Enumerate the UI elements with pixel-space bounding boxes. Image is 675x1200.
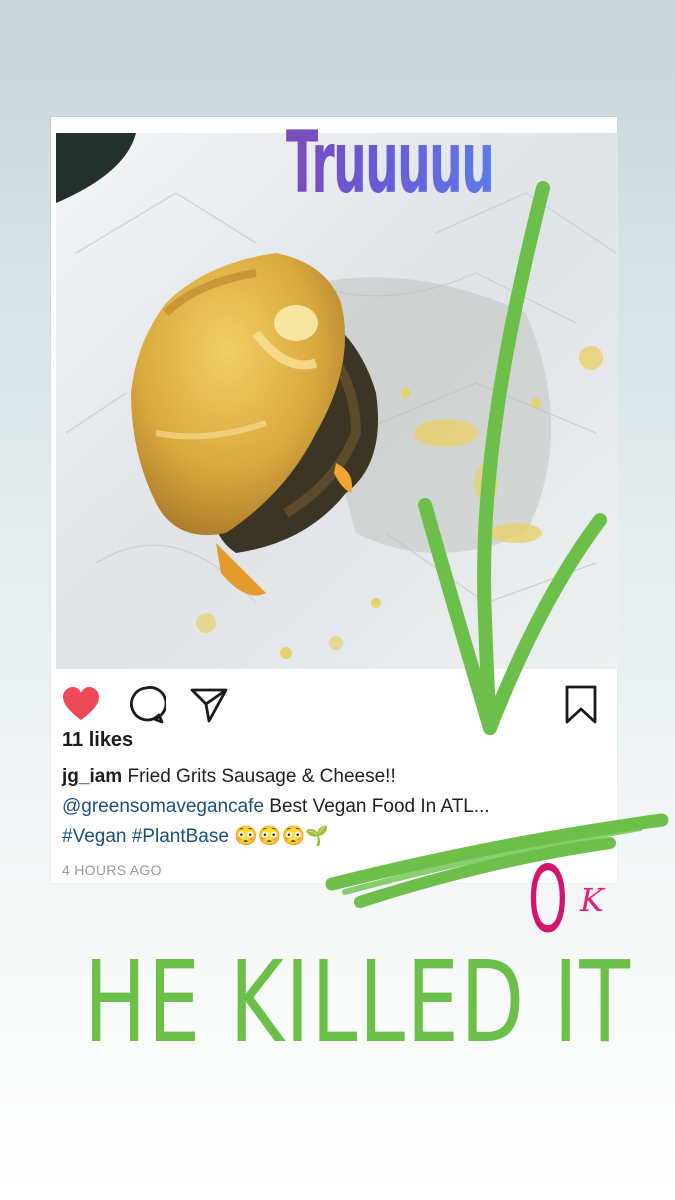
instagram-post-card: 11 likes jg_iam Fried Grits Sausage & Ch… (51, 117, 618, 883)
paper-plane-icon[interactable] (189, 685, 229, 725)
caption-emojis: 😳😳😳🌱 (234, 826, 329, 847)
truuuu-sticker-text[interactable]: Truuuuu (286, 108, 495, 218)
post-caption: jg_iam Fried Grits Sausage & Cheese!! @g… (62, 762, 610, 852)
story-canvas: 11 likes jg_iam Fried Grits Sausage & Ch… (0, 0, 675, 1200)
caption-hashtags[interactable]: #Vegan #PlantBase (62, 826, 229, 847)
post-timestamp: 4 HOURS AGO (62, 862, 162, 878)
likes-count[interactable]: 11 likes (62, 729, 133, 752)
post-action-bar (51, 669, 617, 729)
post-username[interactable]: jg_iam (62, 766, 122, 787)
comment-icon[interactable] (126, 685, 166, 725)
caption-line-two: Best Vegan Food In ATL... (264, 796, 490, 817)
heart-icon[interactable] (61, 685, 101, 725)
bookmark-icon[interactable] (562, 685, 602, 725)
ok-sticker-o[interactable]: O (528, 850, 568, 950)
story-headline-text[interactable]: HE KILLED IT (84, 938, 632, 1068)
ok-sticker-k[interactable]: K (580, 880, 604, 920)
caption-mention[interactable]: @greensomavegancafe (62, 796, 264, 817)
caption-text: Fried Grits Sausage & Cheese!! (122, 766, 396, 787)
